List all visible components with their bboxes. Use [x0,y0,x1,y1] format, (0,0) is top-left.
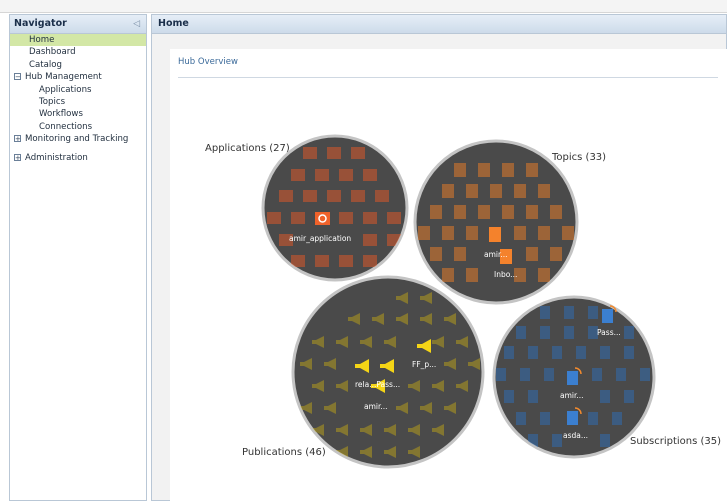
gear-app-icon[interactable] [315,212,330,225]
document-rss-icon[interactable] [567,371,578,385]
subscription-item-label[interactable]: amir... [560,391,584,400]
applications-bubble-label: Applications (27) [205,143,290,154]
topic-icon[interactable] [489,227,501,242]
document-rss-icon[interactable] [567,411,578,425]
publication-item-label[interactable]: rela...Pass... [355,380,400,389]
subscriptions-bubble-label: Subscriptions (35) [630,436,721,447]
topic-item-label[interactable]: Inbo... [494,270,517,279]
subscription-item-label[interactable]: asda... [563,431,588,440]
subscription-item-label[interactable]: Pass... [597,328,621,337]
topic-item-label[interactable]: amir... [484,250,508,259]
publications-bubble[interactable] [291,275,485,469]
topics-bubble-label: Topics (33) [551,152,606,163]
publications-bubble-label: Publications (46) [242,447,326,458]
application-item-label[interactable]: amir_application [289,234,351,243]
hub-bubble-chart: Applications (27) amir_application Topic… [205,134,721,469]
publication-item-label[interactable]: FF_p... [412,360,436,369]
document-rss-icon[interactable] [602,309,613,323]
publication-item-label[interactable]: amir... [364,402,388,411]
